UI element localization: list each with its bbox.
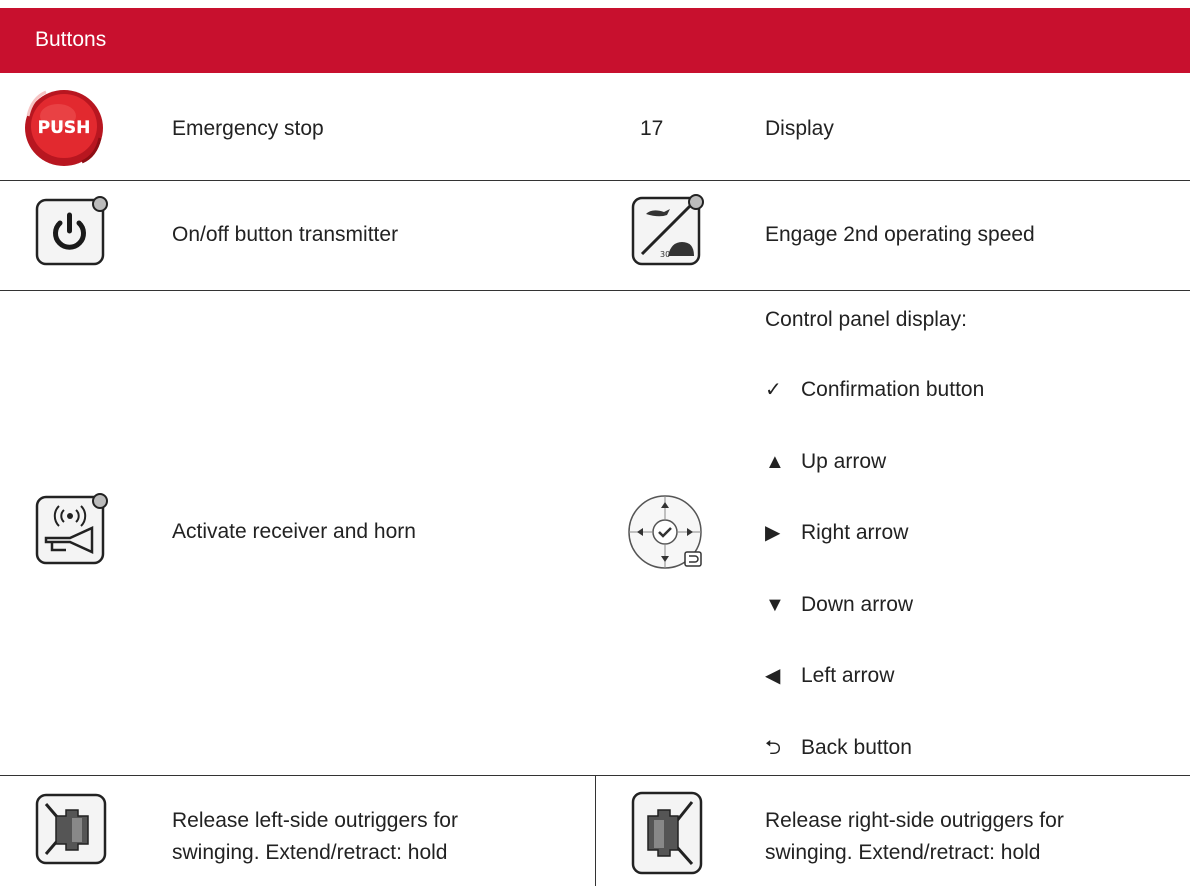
control-dial-icon bbox=[625, 490, 709, 574]
header-title: Buttons bbox=[35, 28, 107, 51]
panel-title: Control panel display: bbox=[765, 308, 967, 331]
row-divider bbox=[0, 180, 1190, 181]
list-item-label: Confirmation button bbox=[801, 378, 985, 401]
right-outrigger-label-2: swinging. Extend/retract: hold bbox=[765, 841, 1041, 864]
column-divider bbox=[595, 775, 596, 886]
list-item: ◀ Left arrow bbox=[765, 661, 894, 691]
push-label: PUSH bbox=[38, 118, 91, 138]
emergency-stop-icon: PUSH bbox=[22, 86, 106, 168]
left-outrigger-icon bbox=[34, 790, 110, 866]
display-label: Display bbox=[765, 117, 834, 140]
list-item: ▶ Right arrow bbox=[765, 518, 908, 548]
power-icon bbox=[34, 195, 110, 269]
svg-text:30: 30 bbox=[660, 250, 670, 259]
list-item: ▲ Up arrow bbox=[765, 447, 886, 477]
table-header: Buttons bbox=[0, 8, 1190, 73]
check-icon: ✓ bbox=[765, 379, 782, 401]
right-outrigger-icon bbox=[630, 788, 706, 878]
on-off-label: On/off button transmitter bbox=[172, 223, 399, 246]
right-arrow-icon: ▶ bbox=[765, 522, 781, 544]
back-icon: ⮌ bbox=[765, 737, 782, 759]
left-arrow-icon: ◀ bbox=[765, 665, 781, 687]
list-item-label: Down arrow bbox=[801, 593, 914, 616]
operating-speed-icon: 30 bbox=[630, 192, 706, 268]
list-item-label: Back button bbox=[801, 736, 912, 759]
second-speed-label: Engage 2nd operating speed bbox=[765, 223, 1035, 246]
up-arrow-icon: ▲ bbox=[765, 451, 785, 473]
list-item: ✓ Confirmation button bbox=[765, 375, 984, 405]
receiver-horn-label: Activate receiver and horn bbox=[172, 520, 416, 543]
buttons-table: Buttons PUSH Emergency stop 17 Display O… bbox=[0, 0, 1190, 886]
down-arrow-icon: ▼ bbox=[765, 594, 785, 616]
list-item-label: Right arrow bbox=[801, 521, 909, 544]
list-item: ▼ Down arrow bbox=[765, 590, 913, 620]
display-number: 17 bbox=[640, 117, 664, 140]
left-outrigger-label-1: Release left-side outriggers for bbox=[172, 809, 458, 832]
list-item-label: Up arrow bbox=[801, 450, 887, 473]
receiver-horn-icon bbox=[34, 492, 112, 566]
list-item: ⮌ Back button bbox=[765, 733, 912, 763]
left-outrigger-label-2: swinging. Extend/retract: hold bbox=[172, 841, 448, 864]
list-item-label: Left arrow bbox=[801, 664, 895, 687]
row-divider bbox=[0, 290, 1190, 291]
right-outrigger-label-1: Release right-side outriggers for bbox=[765, 809, 1064, 832]
emergency-stop-label: Emergency stop bbox=[172, 117, 324, 140]
